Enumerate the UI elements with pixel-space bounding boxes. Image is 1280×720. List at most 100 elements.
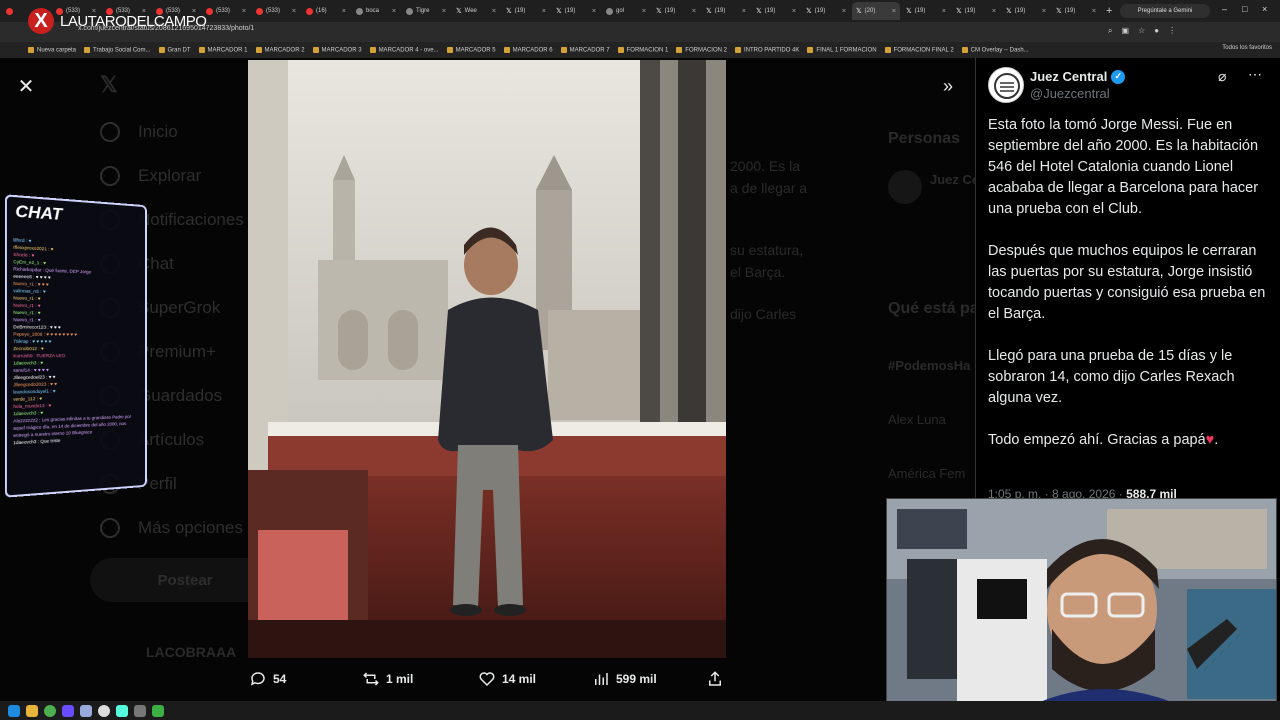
- chrome-icon[interactable]: [44, 704, 56, 717]
- browser-tab[interactable]: 𝕏 (19) ×: [1002, 2, 1050, 20]
- close-tab-icon[interactable]: ×: [842, 8, 846, 15]
- bookmark-item[interactable]: FINAL 1 FORMACION: [807, 47, 876, 53]
- close-tab-icon[interactable]: ×: [392, 8, 396, 15]
- profile-icon[interactable]: ●: [1154, 26, 1159, 36]
- app-icon[interactable]: [134, 704, 146, 717]
- bookmark-item[interactable]: Nueva carpeta: [28, 47, 76, 53]
- bookmark-item[interactable]: FORMACION 2: [676, 47, 727, 53]
- like-count: 14 mil: [502, 672, 537, 686]
- tweet-photo[interactable]: [248, 60, 726, 658]
- globe-icon: [356, 7, 363, 15]
- channel-x-icon: X: [28, 8, 54, 34]
- browser-tab[interactable]: 𝕏 (19) ×: [652, 2, 700, 20]
- close-tab-icon[interactable]: ×: [992, 8, 996, 15]
- author-handle[interactable]: @Juezcentral: [1030, 86, 1110, 101]
- tab-title: (19): [914, 8, 926, 14]
- close-tab-icon[interactable]: ×: [492, 8, 496, 15]
- app-icon[interactable]: [62, 704, 74, 717]
- bookmark-item[interactable]: MARCADOR 4 - ove...: [370, 47, 439, 53]
- close-window-button[interactable]: ×: [1262, 4, 1267, 14]
- bookmark-item[interactable]: FORMACION 1: [618, 47, 669, 53]
- browser-tab[interactable]: 𝕏 (19) ×: [502, 2, 550, 20]
- windows-start-icon[interactable]: [8, 704, 20, 717]
- close-media-button[interactable]: ✕: [14, 74, 38, 98]
- tab-title: boca: [366, 8, 380, 14]
- browser-tab[interactable]: 𝕏 (20) ×: [852, 2, 900, 20]
- close-tab-icon[interactable]: ×: [542, 8, 546, 15]
- close-tab-icon[interactable]: ×: [342, 8, 346, 15]
- repost-button[interactable]: 1 mil: [362, 670, 413, 688]
- obs-icon[interactable]: [98, 704, 110, 717]
- browser-tab[interactable]: (533) ×: [252, 2, 300, 20]
- gemini-button[interactable]: Pregúntale a Gemini: [1120, 4, 1210, 18]
- close-tab-icon[interactable]: ×: [642, 8, 646, 15]
- browser-tab[interactable]: 𝕏 (19) ×: [752, 2, 800, 20]
- bookmark-item[interactable]: Gran DT: [159, 47, 191, 53]
- reply-button[interactable]: 54: [249, 670, 286, 688]
- close-tab-icon[interactable]: ×: [942, 8, 946, 15]
- close-tab-icon[interactable]: ×: [742, 8, 746, 15]
- bookmark-item[interactable]: MARCADOR 6: [504, 47, 553, 53]
- grok-icon[interactable]: ⌀: [1218, 68, 1226, 85]
- app-icon[interactable]: [80, 704, 92, 717]
- browser-tab[interactable]: gol ×: [602, 2, 650, 20]
- tab-title: (19): [814, 8, 826, 14]
- bookmark-item[interactable]: MARCADOR 7: [561, 47, 610, 53]
- display-name[interactable]: Juez Central: [1030, 69, 1107, 84]
- browser-tab[interactable]: 𝕏 (19) ×: [1052, 2, 1100, 20]
- like-button[interactable]: 14 mil: [478, 670, 536, 688]
- all-favorites[interactable]: Todos los favoritos: [1222, 45, 1272, 51]
- close-tab-icon[interactable]: ×: [592, 8, 596, 15]
- browser-tab[interactable]: (16) ×: [302, 2, 350, 20]
- browser-tab[interactable]: (533) ×: [202, 2, 250, 20]
- bookmark-item[interactable]: MARCADOR 5: [447, 47, 496, 53]
- browser-tab[interactable]: boca ×: [352, 2, 400, 20]
- browser-tab[interactable]: 𝕏 (19) ×: [902, 2, 950, 20]
- close-tab-icon[interactable]: ×: [1092, 8, 1096, 15]
- more-options-icon[interactable]: ⋯: [1248, 66, 1262, 83]
- close-tab-icon[interactable]: ×: [792, 8, 796, 15]
- browser-tab[interactable]: 𝕏 (19) ×: [802, 2, 850, 20]
- bookmark-item[interactable]: MARCADOR 2: [256, 47, 305, 53]
- stream-chat-overlay: CHAT lilfnrd : ♥ rflexxproxo2021 : ♥ Shock…: [4, 194, 147, 498]
- bookmark-item[interactable]: MARCADOR 1: [199, 47, 248, 53]
- avatar[interactable]: [988, 67, 1024, 103]
- browser-tab[interactable]: 𝕏 (19) ×: [552, 2, 600, 20]
- bookmark-item[interactable]: CM Overlay -- Dash...: [962, 47, 1029, 53]
- new-tab-button[interactable]: +: [1106, 5, 1112, 17]
- bookmark-item[interactable]: MARCADOR 3: [313, 47, 362, 53]
- channel-name: LAUTARODELCAMPO: [60, 12, 207, 30]
- close-tab-icon[interactable]: ×: [892, 8, 896, 15]
- close-tab-icon[interactable]: ×: [692, 8, 696, 15]
- browser-tab[interactable]: 𝕏 (19) ×: [702, 2, 750, 20]
- bookmark-item[interactable]: FORMACION FINAL 2: [885, 47, 954, 53]
- chat-title: CHAT: [15, 201, 63, 224]
- close-tab-icon[interactable]: ×: [242, 8, 246, 15]
- whatsapp-icon[interactable]: [152, 704, 164, 717]
- close-tab-icon[interactable]: ×: [442, 8, 446, 15]
- sidebar-item-1[interactable]: Explorar: [100, 166, 201, 186]
- share-button[interactable]: [706, 670, 724, 688]
- file-explorer-icon[interactable]: [26, 704, 38, 717]
- sidebar-item-9[interactable]: Más opciones: [100, 518, 243, 538]
- browser-tab[interactable]: Tigre ×: [402, 2, 450, 20]
- bookmark-item[interactable]: Trabajo Social Com...: [84, 47, 150, 53]
- bookmark-item[interactable]: INTRO PARTIDO 4K: [735, 47, 799, 53]
- extension-icon[interactable]: ▣: [1121, 26, 1129, 36]
- expand-panel-button[interactable]: »: [936, 74, 960, 98]
- minimize-button[interactable]: –: [1222, 4, 1227, 14]
- app-icon[interactable]: [116, 704, 128, 717]
- close-tab-icon[interactable]: ×: [1042, 8, 1046, 15]
- sidebar-item-0[interactable]: Inicio: [100, 122, 178, 142]
- search-icon[interactable]: ⌕: [1108, 26, 1112, 36]
- views-button[interactable]: 599 mil: [592, 670, 657, 688]
- tab-title: (20): [864, 8, 876, 14]
- browser-tab[interactable]: 𝕏 Wee ×: [452, 2, 500, 20]
- sidebar-item-label: Más opciones: [138, 518, 243, 537]
- close-tab-icon[interactable]: ×: [292, 8, 296, 15]
- maximize-button[interactable]: □: [1242, 4, 1247, 14]
- tweet-author[interactable]: Juez Central ✓: [1030, 69, 1126, 84]
- browser-tab[interactable]: 𝕏 (19) ×: [952, 2, 1000, 20]
- more-vertical-icon[interactable]: ⋮: [1168, 26, 1176, 36]
- star-icon[interactable]: ☆: [1138, 26, 1145, 36]
